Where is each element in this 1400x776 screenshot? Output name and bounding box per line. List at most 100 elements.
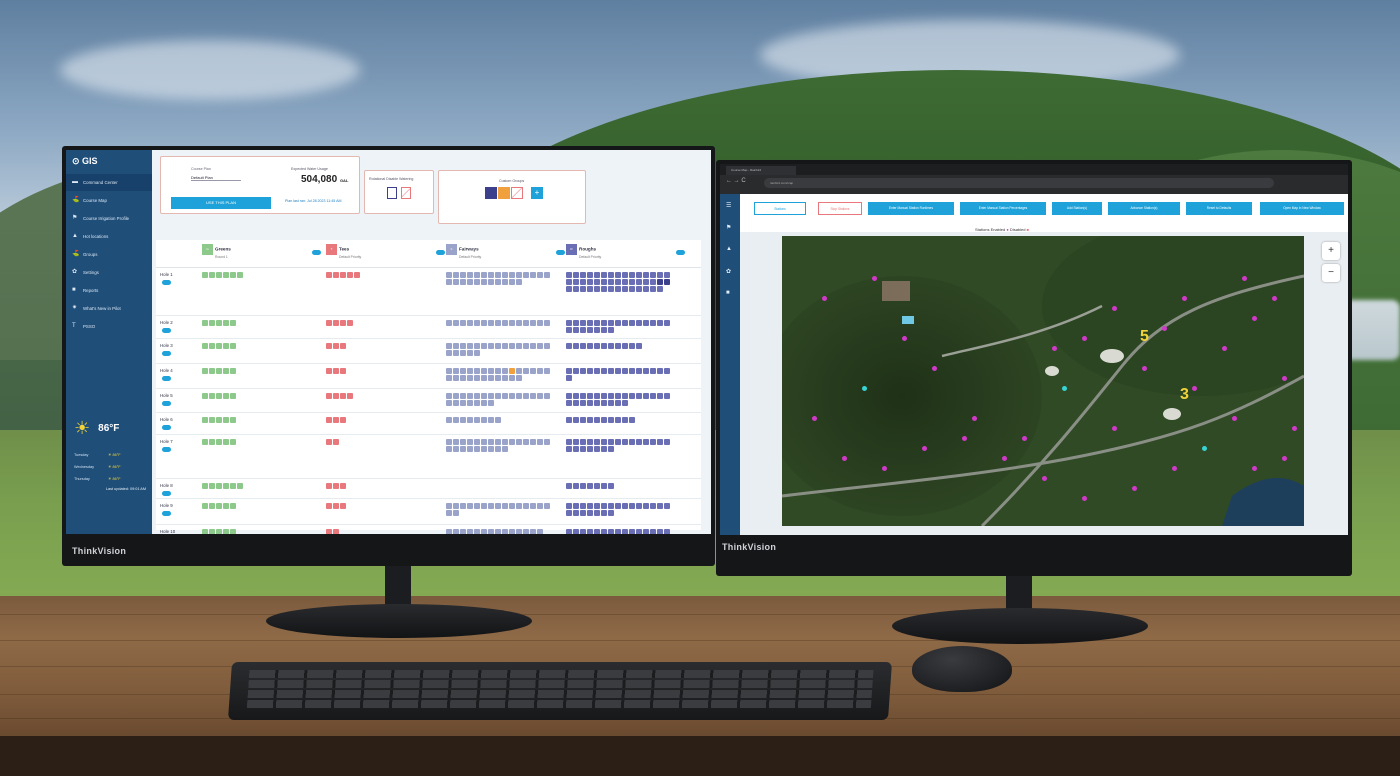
station-chip[interactable] [594, 446, 600, 452]
station-chip[interactable] [209, 368, 215, 374]
station-chip[interactable] [347, 393, 353, 399]
station-chip[interactable] [544, 503, 550, 509]
station-chip[interactable] [643, 439, 649, 445]
alert-icon[interactable]: ▲ [726, 246, 732, 252]
station-chip[interactable] [502, 279, 508, 285]
sidebar-item[interactable]: ▬ Command Center [66, 174, 152, 191]
station-chip[interactable] [601, 417, 607, 423]
station-chip[interactable] [622, 368, 628, 374]
station-chip[interactable] [601, 483, 607, 489]
station-chip[interactable] [488, 503, 494, 509]
station-chip[interactable] [340, 368, 346, 374]
station-chip[interactable] [636, 286, 642, 292]
station-chip[interactable] [209, 503, 215, 509]
station-chip[interactable] [537, 503, 543, 509]
station-chip[interactable] [488, 320, 494, 326]
station-chip[interactable] [544, 320, 550, 326]
station-chip[interactable] [230, 529, 236, 534]
station-chip[interactable] [601, 286, 607, 292]
station-chip[interactable] [460, 343, 466, 349]
station-chip[interactable] [446, 279, 452, 285]
station-chip[interactable] [516, 503, 522, 509]
station-chip[interactable] [453, 375, 459, 381]
station-chip[interactable] [608, 343, 614, 349]
station-chip[interactable] [474, 350, 480, 356]
station-chip[interactable] [481, 417, 487, 423]
station-chip[interactable] [216, 483, 222, 489]
station-chip[interactable] [453, 529, 459, 534]
station-chip[interactable] [446, 400, 452, 406]
station-chip[interactable] [615, 439, 621, 445]
station-chip[interactable] [566, 368, 572, 374]
station-pin[interactable] [1162, 326, 1167, 331]
station-chip[interactable] [636, 272, 642, 278]
station-chip[interactable] [453, 350, 459, 356]
station-chip[interactable] [502, 368, 508, 374]
station-chip[interactable] [474, 272, 480, 278]
station-chip[interactable] [446, 529, 452, 534]
station-chip[interactable] [650, 320, 656, 326]
station-chip[interactable] [544, 393, 550, 399]
station-chip[interactable] [608, 529, 614, 534]
station-chip[interactable] [509, 272, 515, 278]
station-chip[interactable] [566, 286, 572, 292]
station-chip[interactable] [453, 320, 459, 326]
station-chip[interactable] [453, 279, 459, 285]
station-chip[interactable] [209, 343, 215, 349]
station-chip[interactable] [573, 446, 579, 452]
station-chip[interactable] [587, 320, 593, 326]
station-chip[interactable] [608, 446, 614, 452]
station-chip[interactable] [566, 483, 572, 489]
station-chip[interactable] [495, 375, 501, 381]
station-chip[interactable] [622, 529, 628, 534]
station-chip[interactable] [209, 320, 215, 326]
station-chip[interactable] [467, 375, 473, 381]
station-chip[interactable] [326, 439, 332, 445]
station-chip[interactable] [502, 446, 508, 452]
station-chip[interactable] [657, 320, 663, 326]
column-toggle[interactable] [676, 250, 685, 255]
station-chip[interactable] [580, 327, 586, 333]
station-chip[interactable] [643, 320, 649, 326]
station-chip[interactable] [664, 279, 670, 285]
station-chip[interactable] [467, 503, 473, 509]
station-chip[interactable] [495, 503, 501, 509]
station-chip[interactable] [516, 439, 522, 445]
station-chip[interactable] [481, 503, 487, 509]
station-chip[interactable] [580, 368, 586, 374]
station-chip[interactable] [587, 529, 593, 534]
hole-toggle[interactable] [162, 401, 171, 406]
station-chip[interactable] [573, 400, 579, 406]
station-chip[interactable] [573, 483, 579, 489]
station-chip[interactable] [594, 529, 600, 534]
station-chip[interactable] [657, 393, 663, 399]
station-chip[interactable] [460, 529, 466, 534]
hole-toggle[interactable] [162, 491, 171, 496]
flag-icon[interactable]: ⚑ [726, 224, 731, 231]
station-chip[interactable] [453, 343, 459, 349]
station-pin[interactable] [1292, 426, 1297, 431]
browser-tab[interactable]: Course Map - Rainbird [726, 166, 796, 175]
use-plan-button[interactable]: USE THIS PLAN [171, 197, 271, 209]
station-chip[interactable] [230, 439, 236, 445]
station-pin[interactable] [1252, 466, 1257, 471]
station-chip[interactable] [566, 375, 572, 381]
station-chip[interactable] [587, 439, 593, 445]
station-chip[interactable] [601, 320, 607, 326]
station-chip[interactable] [460, 400, 466, 406]
station-chip[interactable] [629, 320, 635, 326]
station-chip[interactable] [601, 446, 607, 452]
station-pin[interactable] [1252, 316, 1257, 321]
station-chip[interactable] [460, 279, 466, 285]
station-chip[interactable] [467, 417, 473, 423]
station-chip[interactable] [587, 446, 593, 452]
station-chip[interactable] [333, 483, 339, 489]
menu-icon[interactable]: ☰ [726, 202, 731, 209]
satellite-map[interactable]: 5 3 [782, 236, 1304, 526]
station-chip[interactable] [573, 279, 579, 285]
station-chip[interactable] [474, 417, 480, 423]
station-chip[interactable] [601, 393, 607, 399]
station-pin[interactable] [842, 456, 847, 461]
station-chip[interactable] [615, 368, 621, 374]
station-chip[interactable] [333, 393, 339, 399]
